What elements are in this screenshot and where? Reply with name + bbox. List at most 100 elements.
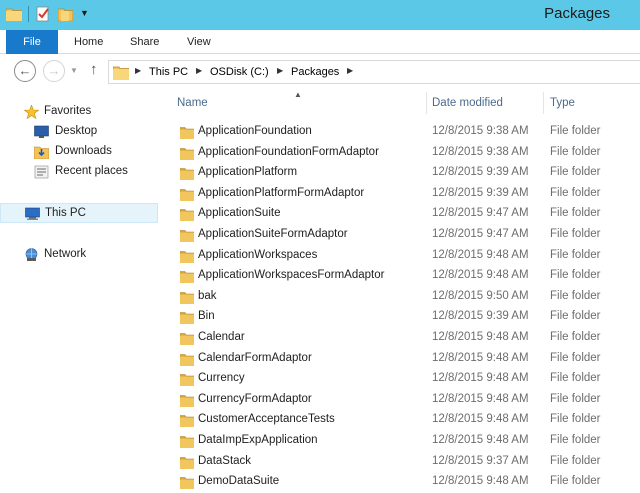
folder-icon (179, 394, 195, 408)
folder-icon (179, 208, 195, 222)
breadcrumb-separator-icon[interactable]: ▶ (135, 66, 141, 75)
file-name: ApplicationWorkspaces (198, 248, 318, 261)
breadcrumb-separator-icon[interactable]: ▶ (347, 66, 353, 75)
file-row[interactable]: Calendar 12/8/2015 9:48 AM File folder (160, 328, 640, 349)
nav-favorites[interactable]: Favorites (0, 102, 158, 122)
file-name: ApplicationFoundationFormAdaptor (198, 145, 379, 158)
folder-icon (179, 311, 195, 325)
file-rows: ApplicationFoundation 12/8/2015 9:38 AM Fi… (160, 122, 640, 493)
file-date: 12/8/2015 9:50 AM (432, 289, 529, 302)
folder-icon (179, 270, 195, 284)
file-date: 12/8/2015 9:48 AM (432, 392, 529, 405)
folder-icon (179, 291, 195, 305)
breadcrumb-this-pc[interactable]: This PC (149, 66, 188, 78)
file-type: File folder (550, 454, 601, 467)
file-name: CustomerAcceptanceTests (198, 413, 335, 426)
file-row[interactable]: DataImpExpApplication 12/8/2015 9:48 AM Fi… (160, 431, 640, 452)
file-date: 12/8/2015 9:48 AM (432, 413, 529, 426)
file-row[interactable]: CurrencyFormAdaptor 12/8/2015 9:48 AM File… (160, 390, 640, 411)
address-bar[interactable]: ▶ This PC ▶ OSDisk (C:) ▶ Packages ▶ (108, 60, 640, 84)
nav-label: Downloads (55, 145, 112, 157)
file-date: 12/8/2015 9:48 AM (432, 248, 529, 261)
nav-recent-places[interactable]: Recent places (0, 162, 158, 182)
tab-file[interactable]: File (6, 30, 58, 54)
file-type: File folder (550, 392, 601, 405)
nav-downloads[interactable]: Downloads (0, 142, 158, 162)
folder-icon (113, 66, 129, 80)
file-row[interactable]: ApplicationFoundation 12/8/2015 9:38 AM Fi… (160, 122, 640, 143)
file-row[interactable]: CustomerAcceptanceTests 12/8/2015 9:48 AM… (160, 410, 640, 431)
file-name: ApplicationFoundation (198, 125, 312, 137)
file-row[interactable]: Currency 12/8/2015 9:48 AM File folder (160, 369, 640, 390)
file-row[interactable]: ApplicationFoundationFormAdaptor 12/8/201… (160, 143, 640, 164)
file-date: 12/8/2015 9:39 AM (432, 310, 529, 323)
breadcrumb-packages[interactable]: Packages (291, 66, 339, 78)
file-row[interactable]: ApplicationWorkspacesFormAdaptor 12/8/201… (160, 266, 640, 287)
file-type: File folder (550, 475, 601, 488)
file-date: 12/8/2015 9:48 AM (432, 351, 529, 364)
nav-desktop[interactable]: Desktop (0, 122, 158, 142)
nav-this-pc[interactable]: This PC (0, 203, 158, 223)
properties-icon[interactable] (36, 6, 50, 22)
file-date: 12/8/2015 9:48 AM (432, 269, 529, 282)
file-type: File folder (550, 227, 601, 240)
file-row[interactable]: Bin 12/8/2015 9:39 AM File folder (160, 307, 640, 328)
file-date: 12/8/2015 9:48 AM (432, 372, 529, 385)
column-header-date[interactable]: Date modified (432, 97, 503, 109)
file-row[interactable]: DataStack 12/8/2015 9:37 AM File folder (160, 452, 640, 473)
file-date: 12/8/2015 9:39 AM (432, 186, 529, 199)
tab-home[interactable]: Home (74, 30, 103, 54)
folder-icon (179, 414, 195, 428)
file-type: File folder (550, 372, 601, 385)
back-button[interactable]: ← (14, 60, 36, 82)
column-divider[interactable] (543, 92, 544, 114)
tab-view[interactable]: View (187, 30, 211, 54)
file-row[interactable]: ApplicationPlatformFormAdaptor 12/8/2015 … (160, 184, 640, 205)
column-header-name[interactable]: Name (177, 97, 208, 109)
up-arrow-icon[interactable]: ↑ (90, 61, 98, 78)
file-date: 12/8/2015 9:38 AM (432, 145, 529, 158)
folder-icon (179, 435, 195, 449)
file-type: File folder (550, 310, 601, 323)
forward-button[interactable]: → (43, 60, 65, 82)
title-bar: ▼ Packages (0, 0, 640, 30)
customize-toolbar-dropdown-icon[interactable]: ▼ (80, 8, 89, 18)
folder-icon[interactable] (6, 7, 22, 21)
file-row[interactable]: CalendarFormAdaptor 12/8/2015 9:48 AM File… (160, 349, 640, 370)
file-name: ApplicationWorkspacesFormAdaptor (198, 269, 385, 282)
network-icon (25, 248, 38, 261)
file-type: File folder (550, 289, 601, 302)
folder-icon (179, 167, 195, 181)
file-date: 12/8/2015 9:47 AM (432, 207, 529, 220)
file-name: Currency (198, 372, 245, 385)
file-type: File folder (550, 145, 601, 158)
desktop-icon (34, 125, 49, 138)
file-row[interactable]: ApplicationWorkspaces 12/8/2015 9:48 AM Fi… (160, 246, 640, 267)
file-name: Calendar (198, 330, 245, 343)
nav-label: Network (44, 248, 87, 260)
file-date: 12/8/2015 9:47 AM (432, 227, 529, 240)
breadcrumb-separator-icon[interactable]: ▶ (277, 66, 283, 75)
new-folder-icon[interactable] (58, 7, 73, 21)
folder-icon (179, 353, 195, 366)
column-header-type[interactable]: Type (550, 97, 575, 109)
breadcrumb-separator-icon[interactable]: ▶ (196, 66, 202, 75)
breadcrumb-osdisk[interactable]: OSDisk (C:) (210, 66, 269, 78)
file-row[interactable]: DemoDataSuite 12/8/2015 9:48 AM File folde… (160, 472, 640, 493)
file-row[interactable]: ApplicationPlatform 12/8/2015 9:39 AM File… (160, 163, 640, 184)
recent-locations-dropdown-icon[interactable]: ▼ (70, 66, 78, 75)
file-type: File folder (550, 125, 601, 137)
folder-icon (179, 332, 195, 346)
folder-icon (179, 373, 195, 387)
file-name: CurrencyFormAdaptor (198, 392, 312, 405)
column-divider[interactable] (426, 92, 427, 114)
file-type: File folder (550, 433, 601, 446)
folder-icon (179, 250, 195, 263)
file-row[interactable]: ApplicationSuiteFormAdaptor 12/8/2015 9:4… (160, 225, 640, 246)
file-row[interactable]: ApplicationSuite 12/8/2015 9:47 AM File fo… (160, 204, 640, 225)
file-date: 12/8/2015 9:48 AM (432, 330, 529, 343)
nav-network[interactable]: Network (0, 245, 158, 265)
tab-share[interactable]: Share (130, 30, 159, 54)
folder-icon (179, 147, 195, 160)
file-row[interactable]: bak 12/8/2015 9:50 AM File folder (160, 287, 640, 308)
